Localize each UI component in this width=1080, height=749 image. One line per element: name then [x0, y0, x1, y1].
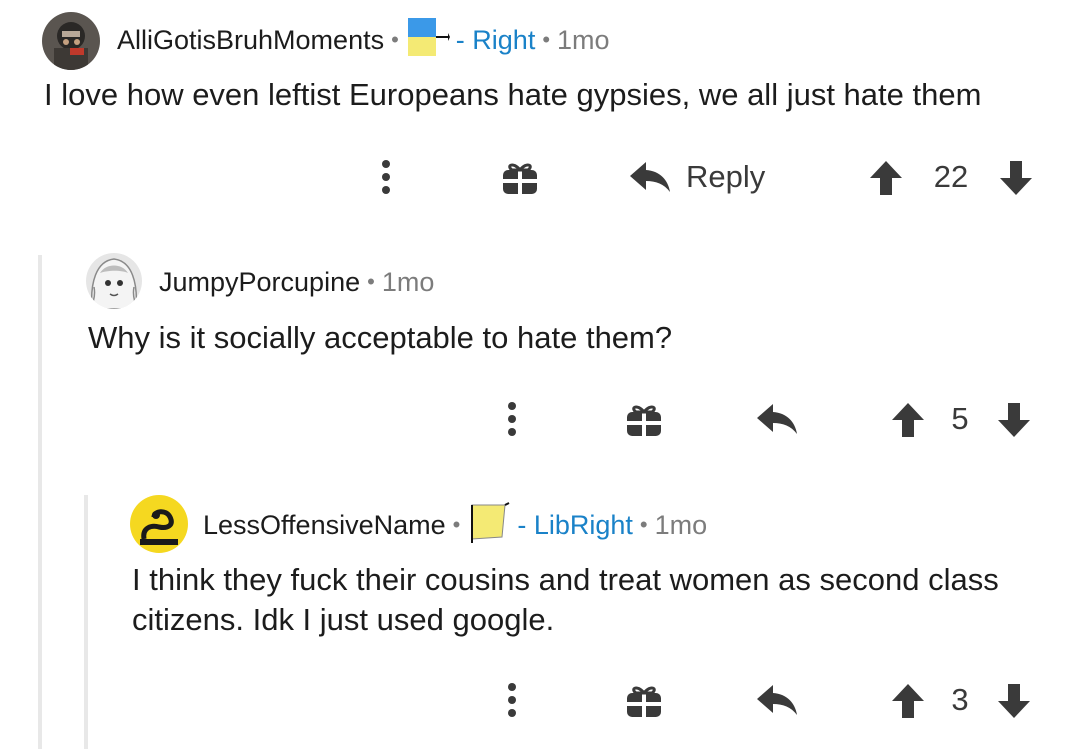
upvote-button[interactable]: [866, 158, 906, 198]
separator: •: [367, 269, 375, 294]
comment-body: I think they fuck their cousins and trea…: [132, 560, 999, 640]
comment-body-line: Why is it socially acceptable to hate th…: [88, 320, 673, 355]
more-vertical-icon: [382, 160, 390, 194]
reply-label: Reply: [686, 159, 766, 194]
comment-body-line: citizens. Idk I just used google.: [132, 602, 555, 637]
avatar[interactable]: [42, 12, 100, 70]
more-vertical-icon: [508, 402, 516, 436]
comment-actions: Reply 22: [0, 152, 1080, 202]
downvote-arrow-icon: [998, 684, 1030, 718]
timestamp: 1mo: [557, 24, 610, 55]
award-button[interactable]: [622, 398, 666, 442]
avatar[interactable]: [130, 495, 188, 553]
more-vertical-icon: [508, 683, 516, 717]
upvote-arrow-icon: [892, 684, 924, 718]
downvote-button[interactable]: [996, 158, 1036, 198]
upvote-button[interactable]: [888, 400, 928, 440]
reply-arrow-icon: [630, 162, 670, 192]
separator: •: [542, 27, 551, 52]
downvote-button[interactable]: [994, 400, 1034, 440]
gift-award-icon: [503, 163, 537, 194]
more-options-button[interactable]: [494, 394, 530, 444]
reply-button[interactable]: [752, 394, 802, 444]
score: 22: [933, 159, 969, 194]
upvote-button[interactable]: [888, 681, 928, 721]
more-options-button[interactable]: [368, 152, 404, 202]
timestamp: 1mo: [381, 266, 435, 297]
separator: •: [452, 512, 461, 537]
score: 3: [951, 682, 969, 717]
comment-body: Why is it socially acceptable to hate th…: [88, 318, 672, 358]
comment-body-line: I love how even leftist Europeans hate g…: [44, 77, 982, 112]
award-button[interactable]: [622, 679, 666, 723]
comment-actions: 5: [0, 394, 1080, 444]
user-flair: - Right: [455, 24, 536, 55]
reply-button[interactable]: Reply: [628, 152, 788, 202]
comment-meta: JumpyPorcupine • 1mo: [159, 262, 434, 302]
reply-arrow-icon: [757, 685, 797, 715]
award-button[interactable]: [498, 156, 542, 200]
comment-body-line: I think they fuck their cousins and trea…: [132, 562, 999, 597]
flair-icon: [407, 17, 450, 63]
downvote-arrow-icon: [998, 403, 1030, 437]
score: 5: [951, 401, 969, 436]
reply-button[interactable]: [752, 675, 802, 725]
user-flair: - LibRight: [517, 509, 633, 540]
gift-award-icon: [627, 686, 661, 717]
comment-body: I love how even leftist Europeans hate g…: [44, 75, 981, 115]
gift-award-icon: [627, 405, 661, 436]
reply-arrow-icon: [757, 404, 797, 434]
downvote-button[interactable]: [994, 681, 1034, 721]
downvote-arrow-icon: [1000, 161, 1032, 195]
comment-meta: LessOffensiveName • - LibRight • 1mo: [203, 501, 708, 545]
username[interactable]: AlliGotisBruhMoments: [117, 25, 384, 56]
comment-meta: AlliGotisBruhMoments • - Right • 1mo: [117, 17, 610, 63]
avatar[interactable]: [86, 253, 142, 309]
separator: •: [639, 512, 648, 537]
more-options-button[interactable]: [494, 675, 530, 725]
comment-actions: 3: [0, 675, 1080, 725]
username[interactable]: LessOffensiveName: [203, 510, 446, 541]
upvote-arrow-icon: [892, 403, 924, 437]
username[interactable]: JumpyPorcupine: [159, 267, 360, 298]
upvote-arrow-icon: [870, 161, 902, 195]
timestamp: 1mo: [654, 509, 708, 540]
flair-icon: [469, 501, 511, 550]
separator: •: [391, 27, 399, 52]
